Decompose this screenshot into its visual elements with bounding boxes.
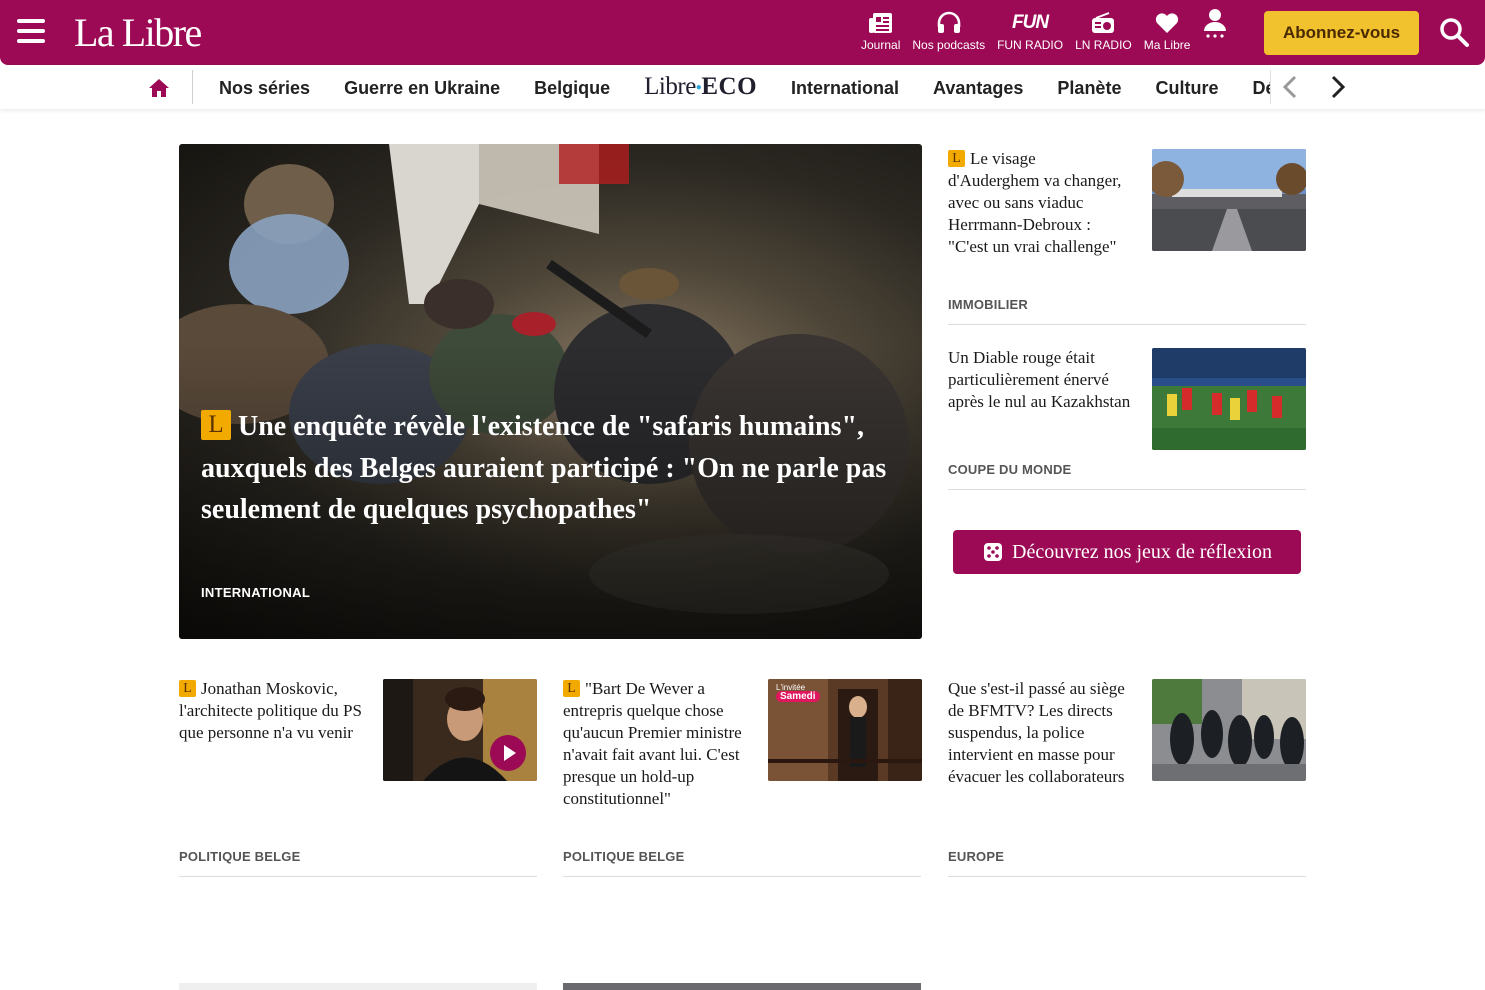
side-article[interactable]: Un Diable rouge était particulièrement é… — [948, 347, 1306, 491]
menu-icon[interactable] — [17, 19, 45, 47]
article-title[interactable]: L Le visage d'Auderghem va changer, avec … — [948, 148, 1128, 258]
article-category[interactable]: COUPE DU MONDE — [948, 462, 1071, 477]
ln-radio-link[interactable]: LN RADIO — [1069, 8, 1138, 58]
article-title-text: Jonathan Moskovic, l'architecte politiqu… — [179, 679, 362, 742]
nav-item-culture[interactable]: Culture — [1137, 66, 1234, 109]
tool-label: Nos podcasts — [912, 38, 986, 52]
article-title[interactable]: L Jonathan Moskovic, l'architecte politiq… — [179, 678, 369, 744]
section-nav: Nos séries Guerre en Ukraine Belgique Libre… — [0, 65, 1485, 109]
newspaper-icon — [868, 8, 894, 38]
thumb-tag: Samedi — [776, 691, 820, 702]
tool-label: Ma Libre — [1143, 38, 1191, 52]
divider — [563, 876, 921, 877]
article-title-text: "Bart De Wever a entrepris quelque chose… — [563, 679, 742, 808]
article-title[interactable]: L "Bart De Wever a entrepris quelque chos… — [563, 678, 745, 810]
hero-overlay — [179, 144, 922, 639]
next-article-thumbnail[interactable] — [179, 983, 537, 990]
site-logo[interactable]: La Libre — [74, 10, 202, 56]
headphones-icon — [936, 8, 962, 38]
article-thumbnail[interactable] — [383, 679, 537, 781]
article-card[interactable]: Que s'est-il passé au siège de BFMTV? Le… — [948, 678, 1306, 879]
divider — [948, 489, 1306, 490]
article-title[interactable]: Que s'est-il passé au siège de BFMTV? Le… — [948, 678, 1133, 788]
play-icon — [504, 745, 516, 761]
libre-eco-part2: ECO — [701, 73, 758, 100]
premium-badge: L — [948, 150, 965, 167]
divider — [179, 876, 537, 877]
hero-title-text: Une enquête révèle l'existence de "safar… — [201, 411, 887, 525]
premium-badge: L — [201, 410, 231, 440]
games-button[interactable]: Découvrez nos jeux de réflexion — [953, 530, 1301, 574]
divider — [948, 876, 1306, 877]
tool-label: Journal — [861, 38, 901, 52]
article-title[interactable]: Un Diable rouge était particulièrement é… — [948, 347, 1133, 413]
article-category[interactable]: EUROPE — [948, 849, 1004, 864]
nav-item-series[interactable]: Nos séries — [201, 66, 326, 109]
search-icon[interactable] — [1438, 16, 1470, 48]
hero-title[interactable]: L Une enquête révèle l'existence de "safa… — [201, 406, 891, 531]
nav-item-belgique[interactable]: Belgique — [516, 66, 626, 109]
ma-libre-link[interactable]: Ma Libre — [1138, 8, 1197, 58]
article-category[interactable]: POLITIQUE BELGE — [179, 849, 300, 864]
nav-items: Nos séries Guerre en Ukraine Belgique Libre… — [201, 65, 1270, 109]
nav-divider — [192, 70, 193, 104]
fun-radio-logo: FUN — [1012, 8, 1049, 38]
article-category[interactable]: IMMOBILIER — [948, 297, 1028, 312]
tool-label: LN RADIO — [1075, 38, 1132, 52]
nav-item-avantages[interactable]: Avantages — [915, 66, 1039, 109]
article-card[interactable]: L Jonathan Moskovic, l'architecte politiq… — [179, 678, 537, 879]
nav-item-international[interactable]: International — [773, 66, 915, 109]
article-thumbnail[interactable] — [1152, 679, 1306, 781]
play-video-button[interactable] — [490, 735, 526, 771]
article-title-text: Le visage d'Auderghem va changer, avec o… — [948, 149, 1122, 256]
libre-eco-part1: Libre — [644, 73, 696, 100]
account-link[interactable] — [1196, 8, 1234, 58]
hero-category[interactable]: INTERNATIONAL — [201, 585, 310, 600]
hero-article[interactable]: L Une enquête révèle l'existence de "safa… — [179, 144, 922, 639]
article-card[interactable]: L "Bart De Wever a entrepris quelque chos… — [563, 678, 922, 879]
radio-icon — [1090, 8, 1116, 38]
article-thumbnail[interactable] — [1152, 348, 1306, 450]
subscribe-button[interactable]: Abonnez-vous — [1264, 11, 1419, 55]
divider — [948, 324, 1306, 325]
tool-label: FUN RADIO — [997, 38, 1064, 52]
fun-radio-link[interactable]: FUN FUN RADIO — [991, 8, 1069, 58]
side-article[interactable]: L Le visage d'Auderghem va changer, avec … — [948, 148, 1306, 326]
home-icon[interactable] — [146, 75, 172, 101]
article-thumbnail[interactable] — [1152, 149, 1306, 251]
article-category[interactable]: POLITIQUE BELGE — [563, 849, 684, 864]
heart-icon — [1154, 8, 1180, 38]
dice-icon — [984, 543, 1003, 561]
chevron-left-icon[interactable] — [1277, 73, 1305, 101]
podcasts-link[interactable]: Nos podcasts — [906, 8, 991, 58]
nav-item-libre-eco[interactable]: Libre●ECO — [626, 65, 773, 109]
premium-badge: L — [563, 680, 580, 697]
nav-divider — [1270, 70, 1271, 104]
journal-link[interactable]: Journal — [855, 8, 906, 58]
nav-item-planete[interactable]: Planète — [1039, 66, 1137, 109]
chevron-right-icon[interactable] — [1324, 73, 1352, 101]
premium-badge: L — [179, 680, 196, 697]
next-article-thumbnail[interactable] — [563, 983, 921, 990]
games-button-label: Découvrez nos jeux de réflexion — [1012, 540, 1272, 563]
user-icon — [1202, 8, 1228, 38]
article-thumbnail[interactable]: L'invitée Samedi — [768, 679, 922, 781]
fun-logo-text: FUN — [1012, 12, 1049, 33]
header-tools: Journal Nos podcasts FUN FUN RADIO LN RA… — [855, 8, 1234, 58]
nav-item-ukraine[interactable]: Guerre en Ukraine — [326, 66, 516, 109]
top-header: La Libre Journal Nos podcasts FUN FUN RA… — [0, 0, 1485, 65]
nav-item-debats[interactable]: Débats — [1234, 66, 1270, 109]
